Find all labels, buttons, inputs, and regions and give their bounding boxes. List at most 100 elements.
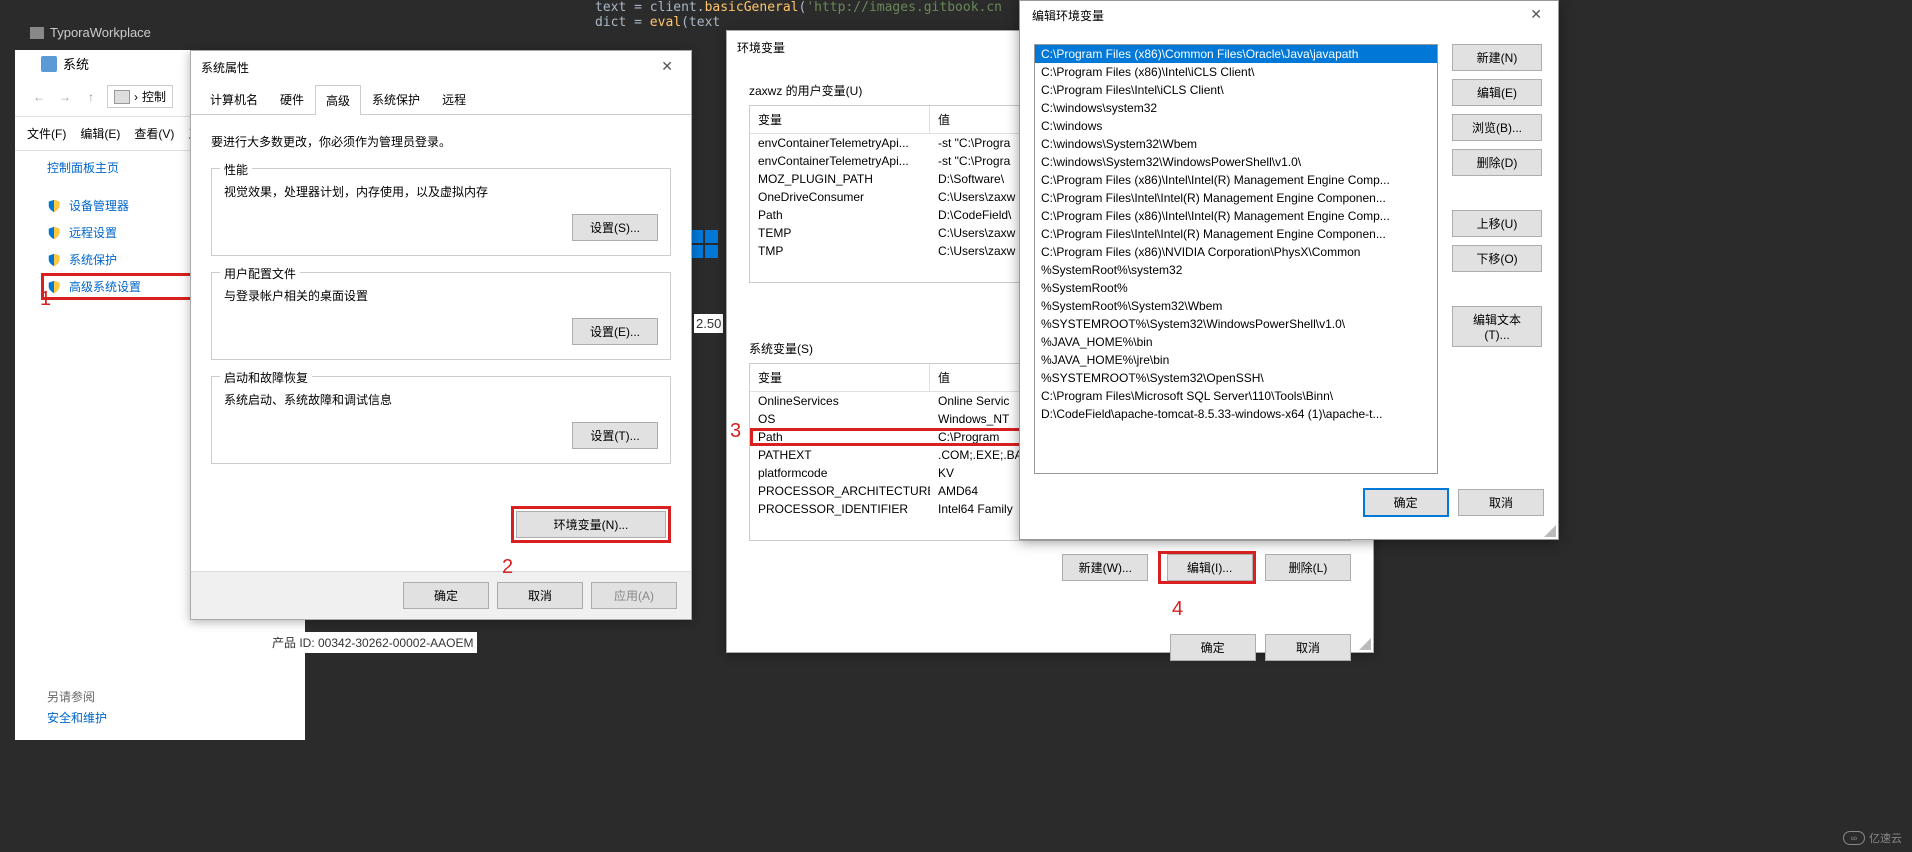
section-label: 性能: [220, 161, 252, 178]
move-up-button[interactable]: 上移(U): [1452, 210, 1542, 237]
ok-button[interactable]: 确定: [403, 582, 489, 609]
edit-button[interactable]: 编辑(E): [1452, 79, 1542, 106]
list-item[interactable]: %SystemRoot%: [1035, 279, 1437, 297]
col-variable[interactable]: 变量: [750, 106, 930, 133]
profile-settings-button[interactable]: 设置(E)...: [572, 318, 658, 345]
cell-var: PROCESSOR_ARCHITECTURE: [750, 483, 930, 499]
link-label: 远程设置: [69, 224, 117, 241]
chevron-right-icon: ›: [134, 90, 138, 104]
list-item[interactable]: %SystemRoot%\System32\Wbem: [1035, 297, 1437, 315]
list-item[interactable]: %SystemRoot%\system32: [1035, 261, 1437, 279]
list-item[interactable]: %SYSTEMROOT%\System32\OpenSSH\: [1035, 369, 1437, 387]
dialog-titlebar: 系统属性 ✕: [191, 51, 691, 84]
delete-button[interactable]: 删除(L): [1265, 554, 1351, 581]
apply-button[interactable]: 应用(A): [591, 582, 677, 609]
shield-icon: [47, 225, 61, 241]
cell-var: OneDriveConsumer: [750, 189, 930, 205]
dialog-footer: 确定 取消: [1020, 488, 1558, 529]
startup-recovery-section: 启动和故障恢复 系统启动、系统故障和调试信息 设置(T)...: [211, 376, 671, 464]
list-item[interactable]: D:\CodeField\apache-tomcat-8.5.33-window…: [1035, 405, 1437, 423]
list-item[interactable]: C:\windows\System32\WindowsPowerShell\v1…: [1035, 153, 1437, 171]
performance-section: 性能 视觉效果，处理器计划，内存使用，以及虚拟内存 设置(S)...: [211, 168, 671, 256]
list-item[interactable]: C:\Program Files (x86)\Intel\Intel(R) Ma…: [1035, 171, 1437, 189]
watermark: ∞ 亿速云: [1843, 830, 1902, 846]
system-var-buttons: 新建(W)... 编辑(I)... 删除(L): [749, 551, 1351, 584]
tab-system-protection[interactable]: 系统保护: [361, 84, 431, 114]
list-item[interactable]: C:\Program Files (x86)\Intel\Intel(R) Ma…: [1035, 207, 1437, 225]
editor-code: text = client.basicGeneral('http://image…: [595, 0, 1002, 30]
cancel-button[interactable]: 取消: [1458, 489, 1544, 516]
annotation-1: 1: [40, 288, 51, 311]
cell-var: envContainerTelemetryApi...: [750, 135, 930, 151]
close-icon[interactable]: ✕: [1522, 7, 1550, 24]
editor-title-text: TyporaWorkplace: [50, 25, 151, 40]
startup-settings-button[interactable]: 设置(T)...: [572, 422, 658, 449]
folder-icon: [30, 27, 44, 39]
resize-grip-icon[interactable]: [1359, 638, 1371, 650]
link-security-maintenance[interactable]: 安全和维护: [47, 705, 107, 730]
cancel-button[interactable]: 取消: [1265, 634, 1351, 661]
col-variable[interactable]: 变量: [750, 364, 930, 391]
watermark-text: 亿速云: [1869, 830, 1902, 846]
resize-grip-icon[interactable]: [1544, 525, 1556, 537]
menu-edit[interactable]: 编辑(E): [80, 125, 120, 142]
cell-var: OS: [750, 411, 930, 427]
tab-computer-name[interactable]: 计算机名: [199, 84, 269, 114]
new-button[interactable]: 新建(N): [1452, 44, 1542, 71]
tab-remote[interactable]: 远程: [431, 84, 477, 114]
menu-file[interactable]: 文件(F): [27, 125, 66, 142]
perf-settings-button[interactable]: 设置(S)...: [572, 214, 658, 241]
edit-text-button[interactable]: 编辑文本(T)...: [1452, 306, 1542, 347]
tabs: 计算机名 硬件 高级 系统保护 远程: [191, 84, 691, 115]
cloud-icon: ∞: [1843, 831, 1865, 845]
breadcrumb-text: 控制: [142, 88, 166, 105]
list-item[interactable]: C:\Program Files (x86)\Common Files\Orac…: [1035, 45, 1437, 63]
dialog-footer: 确定 取消 应用(A): [191, 571, 691, 619]
edit-button[interactable]: 编辑(I)...: [1167, 554, 1253, 581]
dialog-footer: 确定 取消: [727, 622, 1373, 673]
move-down-button[interactable]: 下移(O): [1452, 245, 1542, 272]
nav-back-icon[interactable]: ←: [29, 87, 49, 107]
path-list[interactable]: C:\Program Files (x86)\Common Files\Orac…: [1034, 44, 1438, 474]
list-item[interactable]: C:\windows: [1035, 117, 1437, 135]
cell-var: platformcode: [750, 465, 930, 481]
cell-var: MOZ_PLUGIN_PATH: [750, 171, 930, 187]
list-item[interactable]: C:\windows\system32: [1035, 99, 1437, 117]
cell-var: TMP: [750, 243, 930, 259]
list-item[interactable]: C:\Program Files\Intel\Intel(R) Manageme…: [1035, 189, 1437, 207]
delete-button[interactable]: 删除(D): [1452, 149, 1542, 176]
edit-environment-variable-dialog: 编辑环境变量 ✕ C:\Program Files (x86)\Common F…: [1019, 0, 1559, 540]
cell-var: PROCESSOR_IDENTIFIER: [750, 501, 930, 517]
list-item[interactable]: %SYSTEMROOT%\System32\WindowsPowerShell\…: [1035, 315, 1437, 333]
tab-advanced[interactable]: 高级: [315, 85, 361, 115]
browse-button[interactable]: 浏览(B)...: [1452, 114, 1542, 141]
cell-var: OnlineServices: [750, 393, 930, 409]
list-item[interactable]: C:\Program Files\Intel\iCLS Client\: [1035, 81, 1437, 99]
list-item[interactable]: C:\Program Files\Microsoft SQL Server\11…: [1035, 387, 1437, 405]
list-item[interactable]: C:\windows\System32\Wbem: [1035, 135, 1437, 153]
ok-button[interactable]: 确定: [1363, 488, 1449, 517]
list-item[interactable]: %JAVA_HOME%\bin: [1035, 333, 1437, 351]
dialog-body: 要进行大多数更改，你必须作为管理员登录。 性能 视觉效果，处理器计划，内存使用，…: [191, 115, 691, 498]
list-item[interactable]: C:\Program Files\Intel\Intel(R) Manageme…: [1035, 225, 1437, 243]
environment-variables-button[interactable]: 环境变量(N)...: [516, 511, 666, 538]
ok-button[interactable]: 确定: [1170, 634, 1256, 661]
section-label: 用户配置文件: [220, 265, 300, 282]
list-item[interactable]: %JAVA_HOME%\jre\bin: [1035, 351, 1437, 369]
list-item[interactable]: C:\Program Files (x86)\NVIDIA Corporatio…: [1035, 243, 1437, 261]
close-icon[interactable]: ✕: [653, 59, 681, 76]
list-item[interactable]: C:\Program Files (x86)\Intel\iCLS Client…: [1035, 63, 1437, 81]
cancel-button[interactable]: 取消: [497, 582, 583, 609]
new-button[interactable]: 新建(W)...: [1062, 554, 1148, 581]
section-desc: 系统启动、系统故障和调试信息: [224, 391, 658, 408]
editor-title: TyporaWorkplace: [30, 25, 151, 40]
breadcrumb[interactable]: › 控制: [107, 85, 173, 108]
nav-up-icon[interactable]: ↑: [81, 87, 101, 107]
system-icon: [41, 56, 57, 72]
nav-fwd-icon[interactable]: →: [55, 87, 75, 107]
link-label: 设备管理器: [69, 197, 129, 214]
menu-view[interactable]: 查看(V): [134, 125, 174, 142]
shield-icon: [47, 198, 61, 214]
cell-var: Path: [750, 207, 930, 223]
tab-hardware[interactable]: 硬件: [269, 84, 315, 114]
